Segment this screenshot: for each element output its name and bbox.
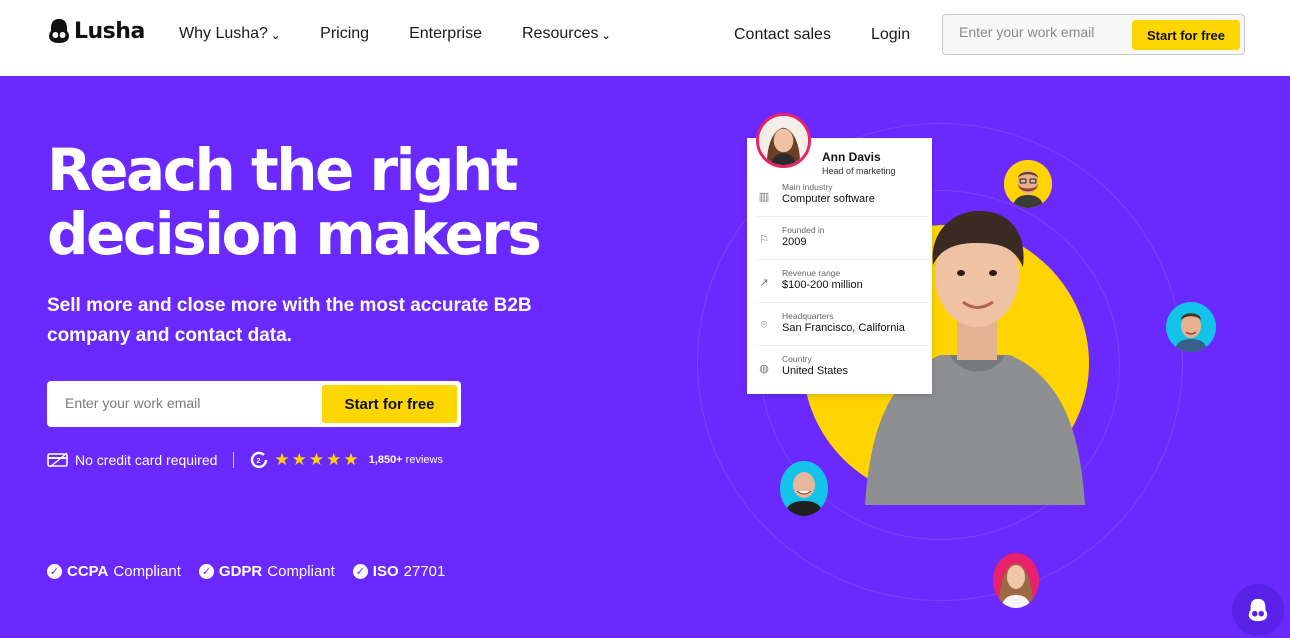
divider — [233, 452, 235, 468]
profile-card-header: Ann Davis Head of marketing — [822, 150, 896, 176]
trust-bar: No credit card required 2 ★ ★ ★ ★ ★ 1,85… — [47, 450, 443, 470]
nav-why-lusha-label: Why Lusha? — [179, 25, 268, 42]
gdpr-label: GDPR — [218, 563, 263, 580]
profile-row-revenue: ↗ Revenue range $100-200 million — [757, 261, 927, 303]
star-icon: ★ — [274, 450, 290, 469]
row-value: United States — [782, 365, 849, 377]
lusha-chat-icon — [1248, 598, 1268, 622]
nav-pricing-label: Pricing — [320, 25, 370, 42]
hero-signup-form: Start for free — [47, 381, 461, 427]
lusha-logo[interactable]: Lusha — [48, 18, 145, 44]
row-value: 2009 — [782, 236, 807, 248]
star-icon: ★ — [291, 450, 307, 469]
star-icon: ★ — [308, 450, 325, 469]
nav-resources[interactable]: Resources ⌄ — [522, 25, 611, 43]
lusha-logo-icon — [49, 19, 69, 43]
chevron-down-icon: ⌄ — [270, 29, 281, 42]
logo-text: Lusha — [74, 18, 145, 44]
reviews-number: 1,850+ — [368, 454, 403, 466]
location-pin-icon: ⌾ — [760, 318, 768, 331]
row-label: Headquarters — [782, 311, 834, 321]
row-label: Founded in — [782, 225, 825, 235]
ann-davis-avatar — [756, 113, 811, 168]
person-avatar — [993, 553, 1039, 608]
row-value: San Francisco, California — [782, 322, 905, 334]
compliance-badges: ✓ CCPA Compliant ✓ GDPR Compliant ✓ ISO … — [47, 563, 445, 580]
person-avatar — [1166, 302, 1216, 352]
rating-stars: ★ ★ ★ ★ ★ — [274, 450, 358, 470]
profile-row-industry: ▥ Main industry Computer software — [757, 175, 927, 217]
person-avatar — [780, 461, 828, 516]
profile-card: Ann Davis Head of marketing ▥ Main indus… — [747, 138, 932, 394]
row-value: Computer software — [782, 193, 875, 205]
star-icon: ★ — [326, 450, 342, 469]
reviews-label: reviews — [405, 454, 443, 466]
chat-widget-button[interactable] — [1232, 584, 1284, 636]
person-avatar — [1004, 160, 1052, 208]
ccpa-text: Compliant — [113, 563, 181, 580]
svg-text:2: 2 — [257, 458, 261, 465]
nav-why-lusha[interactable]: Why Lusha? ⌄ — [179, 25, 280, 43]
credit-card-icon — [47, 452, 68, 468]
profile-name: Ann Davis — [822, 150, 881, 164]
g2-logo-icon: 2 — [251, 451, 268, 469]
nav-enterprise[interactable]: Enterprise — [409, 25, 482, 43]
nav-start-free-button[interactable]: Start for free — [1132, 20, 1240, 50]
nav-right-links: Contact sales Login — [734, 26, 910, 44]
row-label: Country — [782, 354, 812, 364]
ccpa-badge: ✓ CCPA Compliant — [47, 563, 181, 580]
hero-start-free-button[interactable]: Start for free — [322, 385, 457, 423]
check-icon: ✓ — [47, 564, 62, 579]
building-icon: ▥ — [758, 190, 770, 203]
profile-row-hq: ⌾ Headquarters San Francisco, California — [757, 304, 927, 346]
iso-badge: ✓ ISO 27701 — [352, 563, 446, 580]
main-menu: Why Lusha? ⌄ Pricing Enterprise Resource… — [179, 25, 611, 43]
nav-signup-form: Start for free — [942, 14, 1245, 55]
nav-pricing[interactable]: Pricing — [320, 25, 369, 43]
top-nav: Lusha Why Lusha? ⌄ Pricing Enterprise Re… — [0, 0, 1290, 76]
ccpa-label: CCPA — [67, 563, 109, 580]
gdpr-text: Compliant — [267, 563, 335, 580]
check-icon: ✓ — [198, 564, 214, 579]
no-credit-card-text: No credit card required — [75, 452, 218, 468]
iso-label: ISO — [372, 563, 399, 580]
nav-resources-label: Resources — [521, 25, 599, 42]
gdpr-badge: ✓ GDPR Compliant — [198, 563, 335, 580]
chevron-down-icon: ⌄ — [601, 29, 611, 42]
star-icon: ★ — [343, 450, 359, 469]
login-link[interactable]: Login — [871, 26, 910, 44]
profile-row-country: ◍ Country United States — [757, 347, 927, 389]
trend-icon: ↗ — [759, 276, 769, 289]
hero-title-line2: decision makers — [47, 200, 542, 268]
contact-sales-link[interactable]: Contact sales — [734, 26, 831, 44]
globe-icon: ◍ — [759, 362, 769, 375]
row-label: Main industry — [782, 182, 833, 192]
reviews-count[interactable]: 1,850+ reviews — [369, 454, 443, 466]
row-label: Revenue range — [782, 268, 841, 278]
hero-subtitle: Sell more and close more with the most a… — [47, 295, 532, 346]
hero-title-line1: Reach the right — [47, 136, 519, 204]
hero-title: Reach the right decision makers — [47, 138, 647, 266]
row-value: $100-200 million — [782, 279, 863, 291]
hero-email-input[interactable] — [65, 395, 305, 411]
profile-row-founded: ⚐ Founded in 2009 — [757, 218, 927, 260]
flag-icon: ⚐ — [759, 233, 769, 246]
nav-enterprise-label: Enterprise — [409, 25, 482, 42]
nav-email-input[interactable] — [959, 24, 1129, 40]
iso-text: 27701 — [403, 563, 446, 580]
check-icon: ✓ — [352, 564, 368, 579]
